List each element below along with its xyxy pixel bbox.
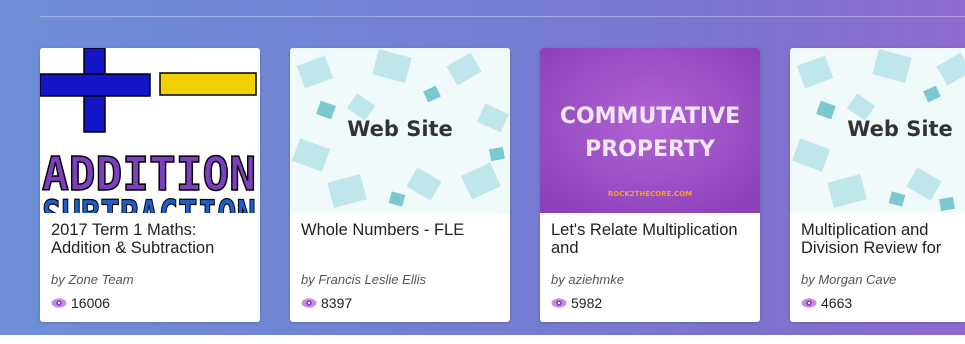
website-thumbnail-image: Web Site [790, 48, 965, 213]
card-title[interactable]: Multiplication and Division Review for [801, 221, 965, 257]
view-count: 4663 [821, 295, 853, 311]
resource-card[interactable]: Web Site Multiplication and Division Rev… [790, 48, 965, 322]
card-thumbnail[interactable]: ADDITION SUBTRACTION [40, 48, 260, 213]
card-views: 5982 [551, 295, 602, 311]
eye-icon [51, 298, 67, 308]
page-background [0, 335, 965, 344]
resource-card[interactable]: Web Site Whole Numbers - FLE by Francis … [290, 48, 510, 322]
card-thumbnail[interactable]: Web Site [790, 48, 965, 213]
eye-icon [551, 298, 567, 308]
card-views: 8397 [301, 295, 352, 311]
resource-card[interactable]: ADDITION SUBTRACTION 2017 Term 1 Maths: … [40, 48, 260, 322]
card-views: 16006 [51, 295, 110, 311]
card-author[interactable]: by aziehmke [551, 272, 624, 287]
commutative-thumbnail-image: COMMUTATIVE PROPERTY ROCK2THECORE.COM [540, 48, 760, 213]
card-title[interactable]: Whole Numbers - FLE [301, 221, 506, 239]
divider [40, 16, 965, 17]
card-thumbnail[interactable]: Web Site [290, 48, 510, 213]
eye-icon [301, 298, 317, 308]
view-count: 16006 [71, 295, 110, 311]
thumbnail-line1: COMMUTATIVE [560, 104, 740, 129]
thumbnail-label: Web Site [347, 117, 453, 141]
thumbnail-label: Web Site [847, 117, 953, 141]
card-author[interactable]: by Zone Team [51, 272, 134, 287]
card-author[interactable]: by Francis Leslie Ellis [301, 272, 426, 287]
view-count: 8397 [321, 295, 353, 311]
card-title[interactable]: Let's Relate Multiplication and [551, 221, 756, 257]
rock2thecore-logo: ROCK2THECORE.COM [608, 190, 692, 198]
eye-icon [801, 298, 817, 308]
minus-icon [159, 72, 257, 96]
card-thumbnail[interactable]: COMMUTATIVE PROPERTY ROCK2THECORE.COM [540, 48, 760, 213]
resource-card[interactable]: COMMUTATIVE PROPERTY ROCK2THECORE.COM Le… [540, 48, 760, 322]
thumbnail-line2: PROPERTY [585, 137, 716, 162]
website-thumbnail-image: Web Site [290, 48, 510, 213]
addition-thumbnail-image: ADDITION SUBTRACTION [40, 48, 260, 213]
card-title[interactable]: 2017 Term 1 Maths: Addition & Subtractio… [51, 221, 256, 257]
card-views: 4663 [801, 295, 852, 311]
card-author[interactable]: by Morgan Cave [801, 272, 896, 287]
view-count: 5982 [571, 295, 603, 311]
subtraction-text: SUBTRACTION [42, 191, 256, 213]
